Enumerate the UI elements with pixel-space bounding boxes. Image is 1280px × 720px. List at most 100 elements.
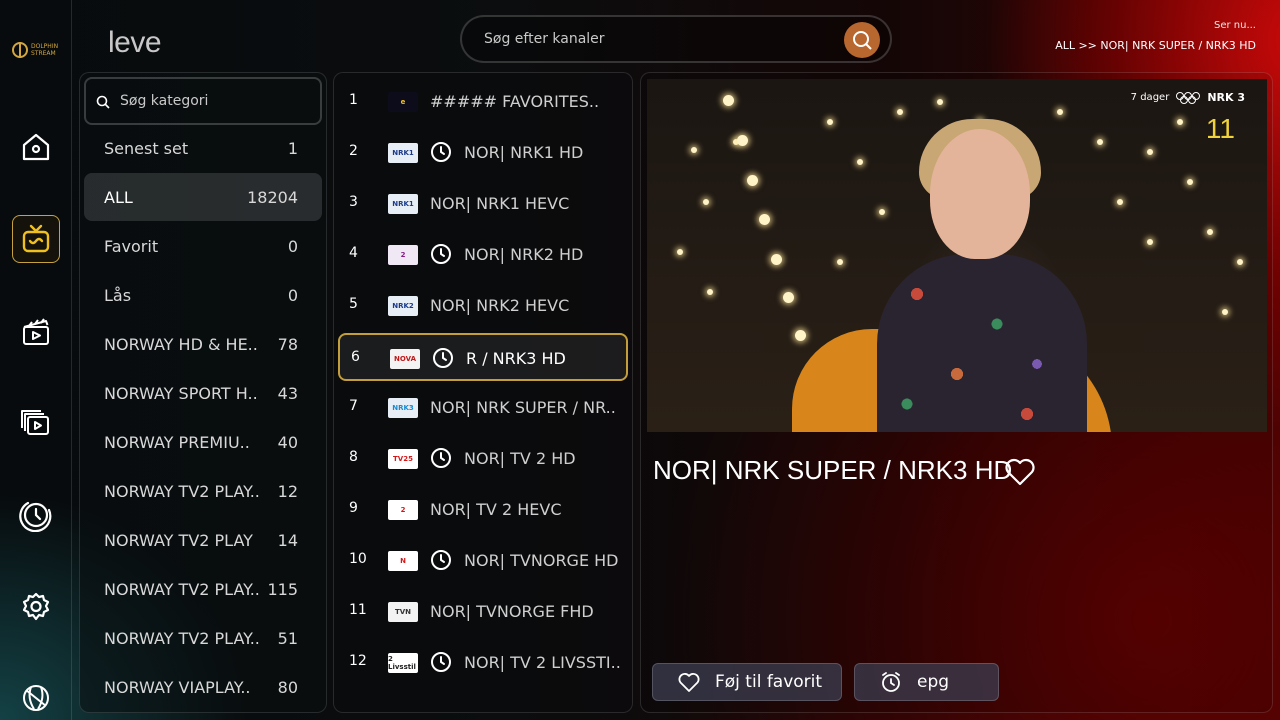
epg-label: epg [917,672,950,692]
channel-list-panel: 1 e ##### FAVORITES.. 2 NRK1 NOR| NRK1 HD 3 NRK… [333,72,633,713]
category-item[interactable]: Favorit 0 [84,222,322,270]
channel-name: NOR| TV 2 HD [464,449,576,468]
nav-catchup-button[interactable] [12,491,60,539]
channel-name: NOR| NRK2 HD [464,245,584,264]
channel-name: NOR| NRK1 HEVC [430,194,570,213]
channel-name: NOR| NRK2 HEVC [430,296,570,315]
channel-row[interactable]: 4 2 NOR| NRK2 HD [338,231,628,279]
category-item[interactable]: NORWAY TV2 PLAY 14 [84,516,322,564]
search-button[interactable] [844,22,880,58]
channel-number: 3 [349,194,358,210]
add-favorite-button[interactable]: Føj til favorit [652,663,842,701]
category-search-input[interactable] [120,90,310,112]
channel-number: 1 [349,92,358,108]
channel-row[interactable]: 12 2 Livsstil NOR| TV 2 LIVSSTI.. [338,639,628,687]
category-label: ALL [104,187,133,207]
alarm-clock-icon [882,672,900,692]
channel-name: R / NRK3 HD [466,349,566,368]
presenter-body [877,254,1087,432]
category-item[interactable]: NORWAY TV2 PLAY.. 115 [84,565,322,613]
nav-home-button[interactable] [12,123,60,171]
channel-name: NOR| TVNORGE HD [464,551,619,570]
video-player[interactable]: 7 dager NRK 3 11 [647,79,1267,432]
channel-logo: NRK1 [388,143,418,163]
category-item[interactable]: Senest set 1 [84,124,322,172]
search-icon [853,31,872,50]
nav-live-tv-button[interactable] [12,215,60,263]
channel-number: 11 [349,602,367,618]
category-count: 1 [287,138,298,158]
channel-logo: NRK3 [388,398,418,418]
channel-row[interactable]: 5 NRK2 NOR| NRK2 HEVC [338,282,628,330]
channel-logo: TVN [388,602,418,622]
channel-name: ##### FAVORITES.. [430,92,600,111]
category-label: NORWAY HD & HE.. [104,334,258,354]
category-label: NORWAY TV2 PLAY.. [104,579,260,599]
channel-row[interactable]: 3 NRK1 NOR| NRK1 HEVC [338,180,628,228]
category-label: NORWAY TV2 PLAY.. [104,628,260,648]
video-overlay-tag: 7 dager NRK 3 [1131,91,1245,104]
category-count: 51 [277,628,298,648]
category-item[interactable]: NORWAY HD & HE.. 78 [84,320,322,368]
channel-row[interactable]: 6 NOVA R / NRK3 HD [338,333,628,381]
category-item[interactable]: Lås 0 [84,271,322,319]
channel-number: 7 [349,398,358,414]
breadcrumb: ALL >> NOR| NRK SUPER / NRK3 HD [1055,39,1256,52]
category-count: 18204 [247,187,298,207]
category-label: Lås [104,285,132,305]
category-count: 0 [287,285,298,305]
category-count: 43 [277,383,298,403]
channel-logo: N [388,551,418,571]
clock-icon [431,448,451,468]
search-icon [96,95,110,109]
heart-icon[interactable] [1003,455,1037,489]
category-count: 115 [267,579,298,599]
clock-icon [431,550,451,570]
channel-logo: TV25 [388,449,418,469]
channel-logo: NOVA [390,349,420,369]
category-item[interactable]: NORWAY SPORT H.. 43 [84,369,322,417]
channel-search-input[interactable] [484,27,844,51]
channel-row[interactable]: 10 N NOR| TVNORGE HD [338,537,628,585]
channel-row[interactable]: 11 TVN NOR| TVNORGE FHD [338,588,628,636]
channel-name: NOR| TV 2 HEVC [430,500,562,519]
series-icon [21,410,49,435]
category-item[interactable]: NORWAY TV2 PLAY.. 51 [84,614,322,662]
category-label: Senest set [104,138,189,158]
channel-row[interactable]: 9 2 NOR| TV 2 HEVC [338,486,628,534]
epg-button[interactable]: epg [854,663,999,701]
clapperboard-icon [23,318,49,345]
category-item[interactable]: NORWAY VIAPLAY.. 80 [84,663,322,711]
channel-search-bar [460,15,892,63]
channel-row[interactable]: 2 NRK1 NOR| NRK1 HD [338,129,628,177]
channel-row[interactable]: 8 TV25 NOR| TV 2 HD [338,435,628,483]
category-count: 40 [277,432,298,452]
olympic-rings-icon [1176,91,1201,104]
channel-logo: NRK2 [388,296,418,316]
channel-number: 9 [349,500,358,516]
nav-sports-button[interactable] [12,674,60,720]
category-count: 78 [277,334,298,354]
overlay-number: 11 [1205,113,1235,144]
category-item[interactable]: NORWAY TV2 PLAY.. 12 [84,467,322,515]
nav-series-button[interactable] [12,399,60,447]
category-item[interactable]: NORWAY PREMIU.. 40 [84,418,322,466]
channel-number: 5 [349,296,358,312]
channel-row[interactable]: 1 e ##### FAVORITES.. [338,78,628,126]
preview-channel-title: NOR| NRK SUPER / NRK3 HD [653,455,1013,485]
overlay-days: 7 dager [1130,92,1170,103]
app-brand: leve [108,26,162,59]
presenter-head [930,129,1030,259]
channel-name: NOR| NRK SUPER / NR.. [430,398,616,417]
category-count: 12 [277,481,298,501]
category-count: 0 [287,236,298,256]
channel-name: NOR| TV 2 LIVSSTI.. [464,653,621,672]
category-label: NORWAY VIAPLAY.. [104,677,251,697]
now-playing-label: Ser nu... [1213,20,1256,31]
sidebar: DOLPHIN STREAM [0,0,72,720]
channel-row[interactable]: 7 NRK3 NOR| NRK SUPER / NR.. [338,384,628,432]
category-item[interactable]: ALL 18204 [84,173,322,221]
nav-movies-button[interactable] [12,307,60,355]
nav-settings-button[interactable] [12,583,60,631]
category-panel: Senest set 1 ALL 18204 Favorit 0 Lås 0 NORWAY HD… [79,72,327,713]
